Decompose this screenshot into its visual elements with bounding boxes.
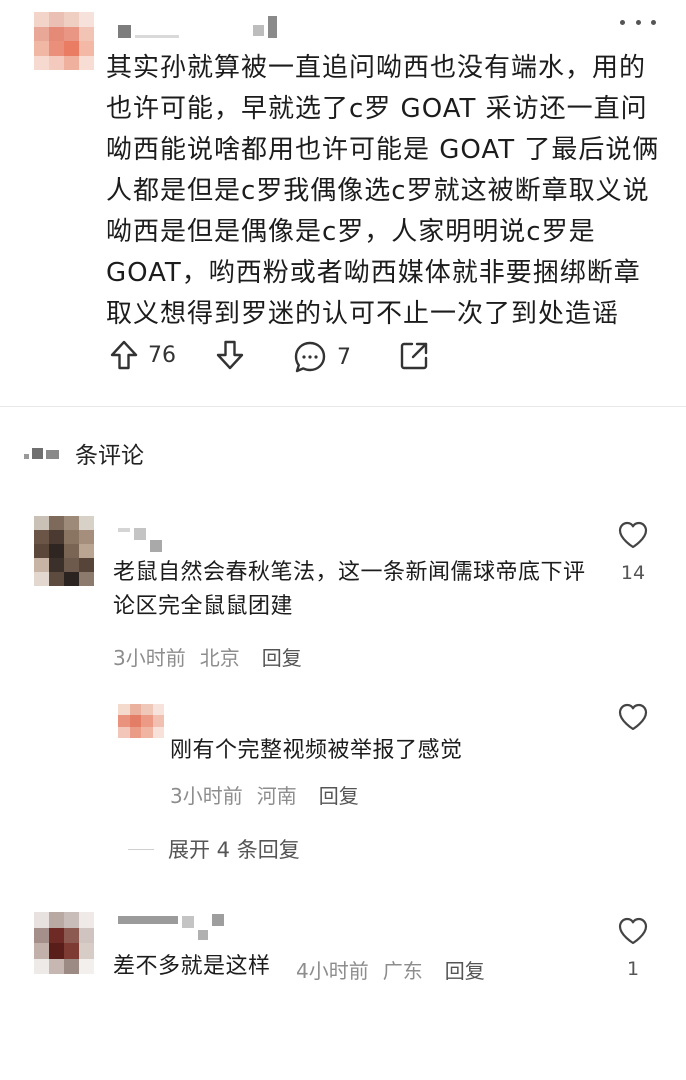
replier-avatar[interactable] — [118, 704, 164, 738]
comment-meta: 4小时前 广东 回复 — [296, 955, 485, 984]
post-body-text: 其实孙就算被一直追问呦西也没有端水，用的也许可能，早就选了c罗 GOAT 采访还… — [106, 53, 660, 329]
expand-divider-line — [128, 848, 154, 850]
reply-button[interactable]: 回复 — [262, 642, 302, 671]
reply-time: 3小时前 — [170, 784, 243, 808]
expand-replies-label: 展开 4 条回复 — [168, 838, 300, 862]
comment-total-count — [24, 447, 59, 459]
comment-text: 老鼠自然会春秋笔法，这一条新闻儒球帝底下评论区完全鼠鼠团建 — [113, 560, 586, 619]
reply-text: 刚有个完整视频被举报了感觉 — [170, 738, 463, 763]
heart-icon — [617, 520, 649, 554]
comment-count: 7 — [337, 344, 351, 370]
downvote-button[interactable] — [216, 340, 244, 370]
comment-button[interactable]: 7 — [293, 340, 351, 374]
like-button[interactable] — [611, 702, 655, 736]
reply-button[interactable]: 回复 — [319, 780, 359, 809]
like-count: 1 — [626, 958, 640, 980]
like-count: 14 — [620, 562, 646, 584]
comment-location: 广东 — [382, 959, 423, 983]
heart-icon — [617, 916, 649, 950]
comment-text: 差不多就是这样 — [113, 954, 271, 979]
heart-icon — [617, 702, 649, 736]
comment-time: 4小时前 — [296, 959, 369, 983]
commenter-avatar[interactable] — [34, 912, 94, 974]
commenter-avatar[interactable] — [34, 516, 94, 586]
upvote-count: 76 — [148, 342, 176, 368]
comment-time: 3小时前 — [113, 646, 186, 670]
more-horizontal-icon[interactable] — [620, 14, 656, 30]
reply-location: 河南 — [256, 784, 297, 808]
commenter-name[interactable] — [118, 522, 162, 552]
arrow-down-icon — [216, 340, 244, 370]
commenter-name[interactable] — [118, 914, 224, 940]
like-button[interactable]: 1 — [611, 916, 655, 980]
like-button[interactable]: 14 — [611, 520, 655, 584]
section-divider — [0, 406, 686, 407]
upvote-button[interactable]: 76 — [110, 340, 176, 370]
post-author-avatar[interactable] — [34, 12, 94, 70]
comment-location: 北京 — [199, 646, 240, 670]
reply-button[interactable]: 回复 — [445, 955, 485, 984]
reply-meta: 3小时前 河南 回复 — [170, 780, 359, 809]
arrow-up-icon — [110, 340, 138, 370]
share-button[interactable] — [398, 340, 430, 372]
comments-header: 条评论 — [24, 436, 144, 470]
comment-bubble-icon — [293, 340, 327, 374]
expand-replies-button[interactable]: 展开 4 条回复 — [128, 834, 300, 864]
comment-meta: 3小时前 北京 回复 — [113, 642, 302, 671]
share-icon — [398, 340, 430, 372]
post-author-name[interactable] — [118, 16, 277, 38]
comments-header-label: 条评论 — [75, 443, 144, 469]
